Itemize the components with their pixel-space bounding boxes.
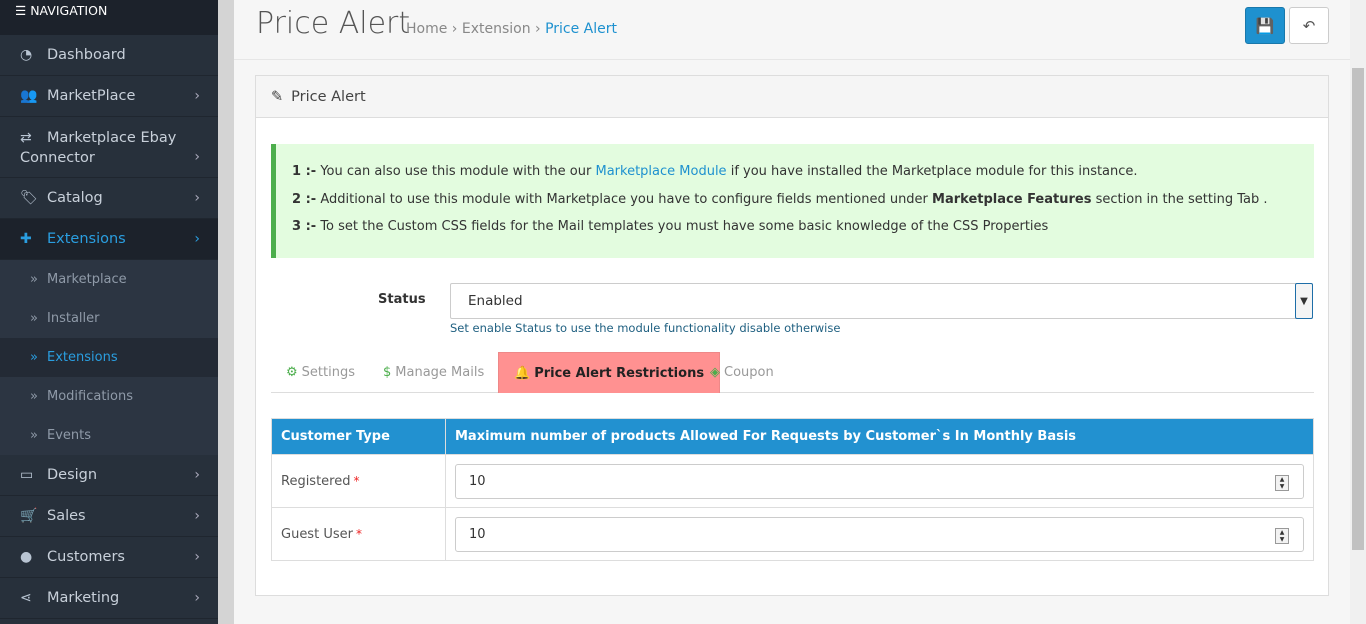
sidebar-item-design[interactable]: ▭ Design › [0,455,218,496]
nav-header: ☰ NAVIGATION [0,0,218,35]
breadcrumb: Home › Extension › Price Alert [406,21,618,37]
price-alert-panel: ✎ Price Alert 1 :- You can also use this … [255,75,1329,596]
sub-item-events[interactable]: » Events [0,416,218,455]
breadcrumb-home[interactable]: Home [406,21,447,37]
chevron-right-icon: › [194,149,200,165]
sidebar-item-ebay-connector[interactable]: ⇄ Marketplace Ebay Connector › [0,117,218,178]
double-chevron-icon: » [30,389,38,404]
sidebar-scrollbar[interactable] [218,0,234,624]
double-chevron-icon: » [30,350,38,365]
header-customer-type: Customer Type [271,418,446,455]
sidebar-item-marketing[interactable]: ⋖ Marketing › [0,578,218,619]
back-button[interactable]: ↶ [1289,7,1329,44]
note-1: 1 :- You can also use this module with t… [292,164,1138,179]
users-icon: 👥 [20,88,38,104]
number-spinner[interactable]: ▲ ▼ [1275,527,1289,544]
sidebar-item-customers[interactable]: ● Customers › [0,537,218,578]
user-icon: ● [20,549,33,565]
table-row: Guest User * 10 ▲ ▼ [271,507,1314,561]
number-spinner[interactable]: ▲ ▼ [1275,474,1289,491]
status-help: Set enable Status to use the module func… [450,321,841,335]
breadcrumb-current[interactable]: Price Alert [545,21,617,37]
reply-icon: ↶ [1302,16,1316,35]
cart-icon: 🛒 [20,508,38,524]
pencil-icon: ✎ [271,88,284,105]
save-button[interactable]: 💾 [1245,7,1285,44]
double-chevron-icon: » [30,311,38,326]
chevron-right-icon: › [194,549,200,565]
tab-settings[interactable]: ⚙ Settings [271,352,370,393]
guest-limit-input[interactable]: 10 ▲ ▼ [455,516,1304,552]
sidebar-item-marketplace[interactable]: 👥 MarketPlace › [0,76,218,117]
page-header: Price Alert Home › Extension › Price Ale… [234,0,1350,60]
gear-icon: ⚙ [286,365,298,380]
dashboard-icon: ◔ [20,47,33,63]
sidebar: ☰ NAVIGATION ◔ Dashboard 👥 MarketPlace › ⇄ M… [0,0,218,624]
note-3: 3 :- To set the Custom CSS fields for th… [292,219,1049,234]
sidebar-item-catalog[interactable]: 🏷 Catalog › [0,178,218,219]
sub-item-modifications[interactable]: » Modifications [0,377,218,416]
tags-icon: 🏷 [20,190,38,206]
scrollbar-thumb[interactable] [1352,68,1364,550]
chevron-right-icon: › [194,231,200,247]
menu-icon: ☰ [15,3,31,18]
page-scrollbar[interactable] [1350,0,1366,624]
breadcrumb-extension[interactable]: Extension [462,21,531,37]
info-alert: 1 :- You can also use this module with t… [271,144,1314,258]
chevron-right-icon: › [194,467,200,483]
sub-item-extensions[interactable]: » Extensions [0,338,218,377]
marketplace-module-link[interactable]: Marketplace Module [595,164,726,179]
tabs: ⚙ Settings $ Manage Mails 🔔 Price Alert Res… [271,352,1314,393]
chevron-right-icon: › [194,590,200,606]
restrictions-table: Customer Type Maximum number of products … [271,418,1314,561]
share-icon: ⋖ [20,590,32,606]
bell-icon: 🔔 [514,365,531,381]
tab-price-alert-restrictions[interactable]: 🔔 Price Alert Restrictions [498,352,721,393]
sidebar-item-sales[interactable]: 🛒 Sales › [0,496,218,537]
header-max-products: Maximum number of products Allowed For R… [445,418,1314,455]
required-asterisk: * [353,473,360,488]
table-row: Registered * 10 ▲ ▼ [271,454,1314,508]
double-chevron-icon: » [30,272,38,287]
sub-item-installer[interactable]: » Installer [0,299,218,338]
chevron-right-icon: › [194,88,200,104]
chevron-down-icon: ▼ [1295,283,1313,319]
required-asterisk: * [355,526,362,541]
puzzle-icon: ✚ [20,231,32,247]
status-select[interactable]: Enabled ▼ [450,283,1313,319]
note-2: 2 :- Additional to use this module with … [292,191,1268,207]
tab-manage-mails[interactable]: $ Manage Mails [368,352,499,393]
sidebar-item-dashboard[interactable]: ◔ Dashboard [0,35,218,76]
save-icon: 💾 [1255,16,1275,35]
tab-coupon[interactable]: ◈ Coupon [695,352,789,393]
page-title: Price Alert [256,6,411,41]
ticket-icon: ◈ [710,365,720,380]
retweet-icon: ⇄ [20,130,32,146]
status-label: Status [378,292,426,307]
double-chevron-icon: » [30,428,38,443]
sub-item-marketplace[interactable]: » Marketplace [0,260,218,299]
dollar-icon: $ [383,365,392,380]
sidebar-item-extensions[interactable]: ✚ Extensions › [0,219,218,260]
chevron-right-icon: › [194,190,200,206]
panel-heading: ✎ Price Alert [256,76,1328,118]
chevron-right-icon: › [194,508,200,524]
desktop-icon: ▭ [20,467,34,483]
registered-limit-input[interactable]: 10 ▲ ▼ [455,463,1304,499]
